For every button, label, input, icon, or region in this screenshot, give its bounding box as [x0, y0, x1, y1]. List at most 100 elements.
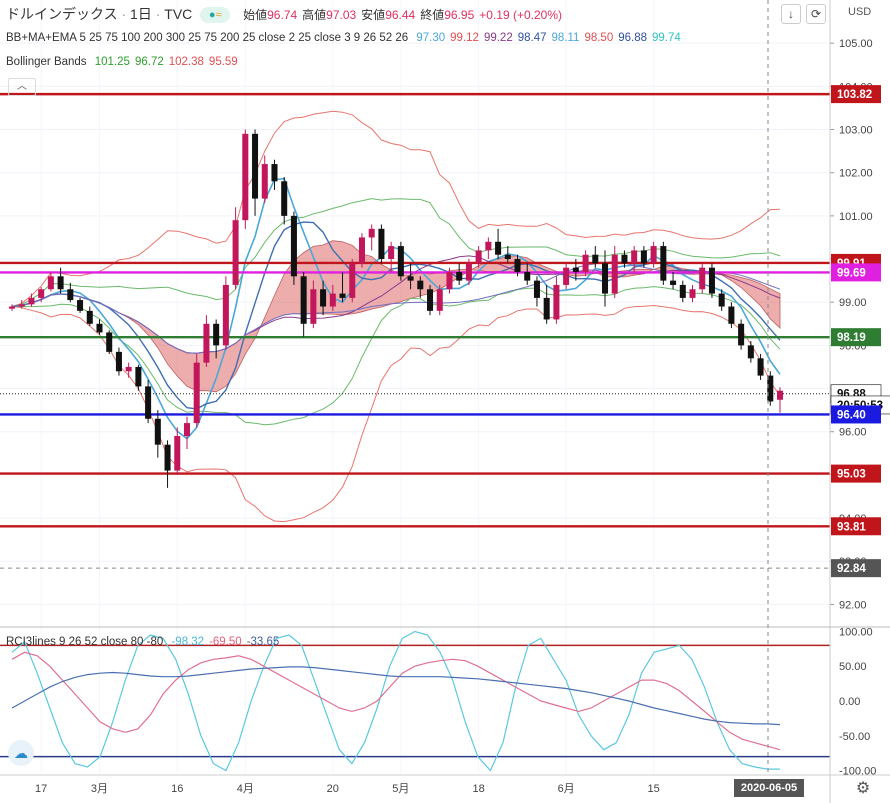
candle-body: [397, 246, 404, 277]
candle-body: [757, 358, 764, 376]
price-tag-level-99-69: 99.69: [837, 267, 866, 279]
candle-body: [18, 304, 25, 307]
candle-body: [621, 254, 628, 264]
time-tick-label: 4月: [237, 783, 254, 795]
candle-body: [300, 276, 307, 324]
candle-body: [38, 289, 45, 298]
bb-value: 95.59: [208, 56, 238, 68]
logo-icon[interactable]: ☁: [8, 740, 34, 766]
rci-tick-label: 0.00: [839, 696, 860, 708]
candle-body: [8, 306, 16, 309]
candle-body: [427, 289, 434, 311]
candle-body: [154, 418, 161, 445]
time-tick-label: 5月: [392, 783, 409, 795]
price-tag-level-98-19: 98.19: [837, 332, 866, 344]
candle-body: [592, 254, 599, 264]
ohlc-value: 96.74: [267, 8, 298, 22]
rci-pane: [0, 630, 830, 772]
ohlc-value: 96.95: [444, 8, 475, 22]
ohlc-value: 97.03: [326, 8, 357, 22]
grid: [0, 0, 830, 774]
candle-body: [650, 246, 657, 264]
candle-body: [407, 276, 414, 281]
bb-label[interactable]: Bollinger Bands: [6, 56, 87, 68]
candle-body: [28, 297, 35, 305]
rci-label[interactable]: RCI3lines 9 26 52 close 80 -80: [6, 636, 163, 648]
price-tick-label: 92.00: [839, 599, 867, 611]
candle-body: [349, 263, 356, 298]
candle-body: [183, 423, 191, 437]
candle-body: [747, 345, 754, 359]
ohlc-label: 始値: [243, 8, 268, 22]
price-tick-label: 99.00: [839, 297, 867, 309]
candle-body: [708, 267, 715, 294]
price-tag-level-95-03: 95.03: [837, 469, 866, 481]
candle-body: [582, 254, 589, 272]
candle-body: [213, 323, 220, 346]
candle-body: [601, 263, 609, 294]
time-tick-label: 18: [473, 783, 485, 795]
time-tick-label: 16: [171, 783, 183, 795]
candle-body: [660, 246, 667, 281]
price-tick-label: 103.00: [839, 125, 873, 137]
axes: 105.00104.00103.00102.00101.00100.0099.0…: [0, 0, 890, 803]
candle-body: [47, 276, 54, 290]
rci-values: -98.32 -69.50 -33.65: [166, 636, 279, 648]
candle-body: [670, 280, 677, 285]
candle-body: [679, 284, 686, 298]
symbol-name[interactable]: ドルインデックス: [6, 6, 118, 22]
candle-body: [106, 332, 113, 352]
candle-body: [358, 237, 365, 264]
candle-body: [115, 351, 122, 372]
candle-body: [252, 133, 259, 199]
candle-body: [320, 289, 327, 307]
interval-label[interactable]: 1日: [130, 6, 152, 22]
candle-body: [640, 250, 647, 264]
candle-body: [475, 250, 482, 264]
candle-body: [388, 246, 395, 260]
settings-gear-icon[interactable]: ⚙: [852, 778, 874, 800]
candle-body: [485, 241, 492, 251]
candle-body: [738, 323, 745, 346]
moving-averages: [11, 177, 781, 440]
candle-body: [310, 289, 317, 324]
candle-body: [543, 297, 550, 320]
bb-values: 101.25 96.72 102.38 95.59: [90, 56, 238, 68]
candle-body: [689, 289, 696, 298]
time-tick-label: 15: [647, 783, 659, 795]
time-tick-label: 3月: [91, 783, 108, 795]
candle-body: [271, 164, 278, 182]
rci-value: -33.65: [246, 636, 280, 648]
bbma-label[interactable]: BB+MA+EMA 5 25 75 100 200 300 25 75 200 …: [6, 32, 408, 44]
candle-body: [611, 254, 618, 294]
candle-body: [378, 228, 385, 260]
scroll-down-icon[interactable]: ↓: [781, 4, 801, 24]
candle-body: [524, 271, 531, 281]
rci-tick-label: -50.00: [839, 731, 870, 743]
candle-body: [145, 386, 152, 419]
candle-body: [446, 271, 453, 290]
crosshair-date-label: 2020-06-05: [734, 779, 804, 797]
candle-body: [281, 181, 288, 216]
candle-body: [728, 306, 735, 324]
candle-body: [514, 259, 521, 272]
rci-value: -98.32: [171, 636, 205, 648]
candle-body: [495, 241, 502, 255]
bb-value: 102.38: [168, 56, 204, 68]
fullscreen-icon[interactable]: ⟳: [806, 4, 826, 24]
rci-line: [11, 651, 781, 751]
price-tag-level-103-82: 103.82: [837, 89, 872, 101]
bbma-value: 98.11: [551, 32, 580, 44]
ohlc-label: 安値: [361, 8, 386, 22]
candle-body: [339, 293, 346, 298]
chart-canvas[interactable]: 105.00104.00103.00102.00101.00100.0099.0…: [0, 0, 890, 803]
collapse-legend-button[interactable]: ︿: [8, 78, 36, 96]
candle-body: [232, 220, 239, 285]
candle-body: [57, 276, 64, 290]
bbma-value: 99.22: [483, 32, 513, 44]
price-tick-label: 96.00: [839, 427, 867, 439]
rci-tick-label: 50.00: [839, 661, 867, 673]
time-tick-label: 17: [35, 783, 47, 795]
candle-body: [572, 267, 579, 272]
candle-body: [417, 280, 424, 290]
